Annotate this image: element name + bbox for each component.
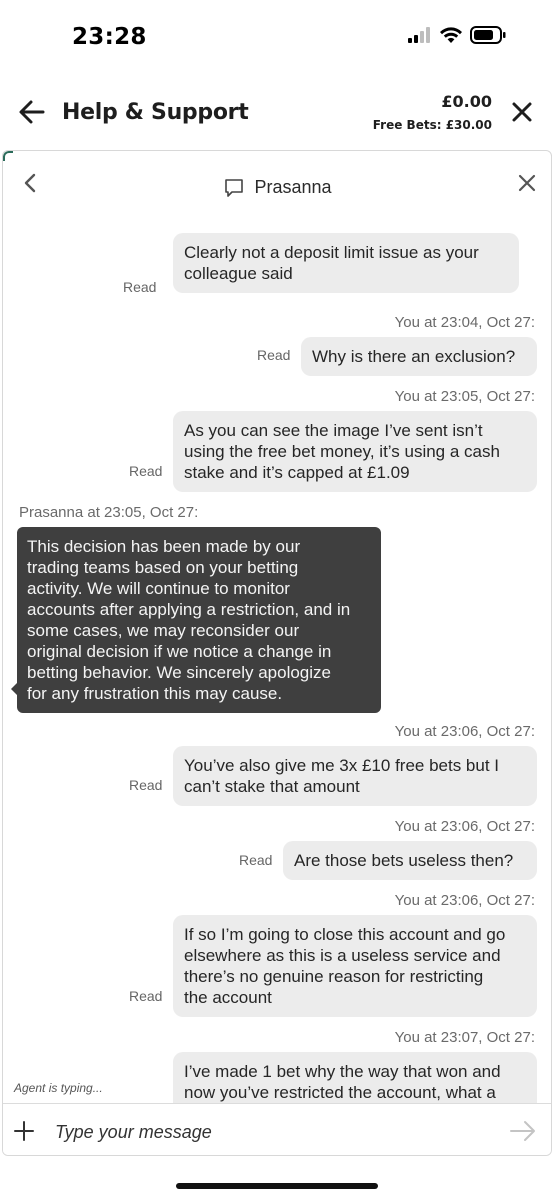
read-receipt: Read [129, 988, 163, 1004]
send-arrow-icon[interactable] [509, 1120, 537, 1142]
chat-bubble-icon [225, 178, 244, 197]
cellular-signal-icon [408, 27, 430, 43]
message-meta: You at 23:06, Oct 27: [394, 723, 535, 740]
read-receipt: Read [257, 347, 291, 363]
back-arrow-icon[interactable] [18, 98, 46, 126]
user-message-bubble: As you can see the image I’ve sent isn’t… [173, 411, 537, 492]
message-meta: You at 23:06, Oct 27: [394, 818, 535, 835]
close-icon[interactable] [510, 100, 534, 124]
message-list[interactable]: Prasanna Clearly not a deposit limit iss… [3, 151, 551, 1155]
agent-message-bubble: This decision has been made by our tradi… [11, 527, 381, 713]
page-title: Help & Support [62, 100, 249, 125]
read-receipt: Read [129, 463, 163, 479]
read-receipt: Read [129, 777, 163, 793]
user-message-bubble: Clearly not a deposit limit issue as you… [173, 233, 519, 293]
chat-panel: Prasanna Clearly not a deposit limit iss… [2, 150, 552, 1156]
wifi-icon [440, 27, 462, 43]
free-bets-balance[interactable]: Free Bets: £30.00 [373, 118, 492, 132]
status-bar: 23:28 [0, 0, 554, 74]
agent-name: Prasanna [254, 177, 332, 197]
message-meta: Prasanna at 23:05, Oct 27: [19, 504, 199, 521]
read-receipt: Read [123, 279, 157, 295]
message-meta: You at 23:07, Oct 27: [394, 1029, 535, 1046]
close-icon[interactable] [517, 173, 537, 193]
typing-indicator: Agent is typing... [14, 1081, 103, 1095]
status-icons [408, 26, 506, 44]
chat-title-bar: Prasanna [3, 177, 551, 198]
user-message-bubble: Are those bets useless then? [283, 841, 537, 880]
app-header: Help & Support £0.00 Free Bets: £30.00 [0, 74, 554, 150]
message-meta: You at 23:05, Oct 27: [394, 388, 535, 405]
user-message-bubble: If so I’m going to close this account an… [173, 915, 537, 1017]
battery-icon [470, 26, 506, 44]
read-receipt: Read [239, 852, 273, 868]
message-input[interactable] [55, 1116, 495, 1148]
message-composer [3, 1103, 551, 1155]
message-meta: You at 23:06, Oct 27: [394, 892, 535, 909]
status-time: 23:28 [72, 24, 147, 50]
account-balance[interactable]: £0.00 [441, 92, 492, 111]
message-meta: You at 23:04, Oct 27: [394, 314, 535, 331]
home-indicator[interactable] [176, 1183, 378, 1189]
user-message-bubble: Why is there an exclusion? [301, 337, 537, 376]
user-message-bubble: You’ve also give me 3x £10 free bets but… [173, 746, 537, 806]
plus-icon[interactable] [13, 1120, 35, 1142]
